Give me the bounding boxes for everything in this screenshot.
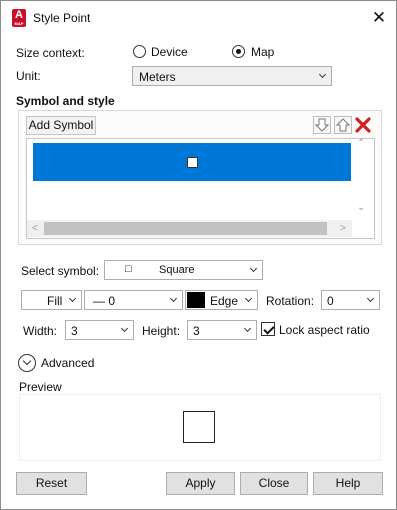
add-symbol-button[interactable]: Add Symbol [26, 116, 96, 135]
delete-symbol-button[interactable] [354, 116, 372, 134]
vertical-scrollbar[interactable]: ⌃ ⌄ [352, 138, 369, 220]
unit-value: Meters [139, 70, 176, 84]
preview-square-symbol [183, 411, 215, 443]
scroll-down-icon[interactable]: ⌄ [357, 202, 365, 213]
width-value: 3 [71, 324, 78, 338]
close-icon[interactable]: ✕ [367, 6, 391, 30]
square-glyph-icon: □ [125, 263, 132, 275]
arrow-down-outline-icon [314, 118, 330, 132]
advanced-label[interactable]: Advanced [41, 356, 94, 370]
scroll-right-icon[interactable]: > [340, 223, 346, 234]
line-style-dropdown[interactable]: — 0 [84, 290, 183, 310]
fill-color-swatch [25, 293, 41, 307]
width-label: Width: [23, 324, 58, 338]
app-icon-sub: MAP [14, 21, 24, 26]
radio-map-label[interactable]: Map [251, 45, 274, 59]
help-button[interactable]: Help [313, 472, 383, 495]
lock-aspect-label[interactable]: Lock aspect ratio [279, 323, 370, 337]
chevron-down-icon [249, 264, 258, 273]
red-x-icon [355, 117, 371, 133]
app-icon-letter: A [15, 9, 23, 21]
square-symbol-swatch [187, 157, 198, 168]
size-context-label: Size context: [16, 46, 85, 60]
chevron-down-icon [169, 294, 178, 303]
lock-aspect-checkbox[interactable] [261, 322, 275, 336]
chevron-down-icon [68, 294, 77, 303]
chevron-down-icon [366, 294, 375, 303]
title-bar: A MAP Style Point ✕ [1, 1, 396, 35]
arrow-up-outline-icon [335, 118, 351, 132]
height-combobox[interactable]: 3 [187, 320, 257, 340]
rotation-combobox[interactable]: 0 [321, 290, 380, 310]
height-label: Height: [142, 324, 181, 338]
move-up-button[interactable] [334, 116, 352, 134]
reset-button[interactable]: Reset [16, 472, 87, 495]
edge-label: Edge [210, 294, 239, 308]
dialog-title: Style Point [33, 11, 91, 25]
unit-dropdown[interactable]: Meters [132, 66, 332, 86]
edge-color-dropdown[interactable]: Edge [185, 290, 258, 310]
edge-color-swatch [187, 292, 205, 308]
advanced-expand-icon[interactable] [18, 354, 36, 372]
select-symbol-value: Square [159, 264, 195, 276]
chevron-down-icon [243, 324, 252, 333]
select-symbol-label: Select symbol: [21, 264, 100, 278]
chevron-down-icon [318, 70, 327, 79]
height-value: 3 [193, 324, 200, 338]
rotation-label: Rotation: [266, 294, 315, 308]
scroll-up-icon[interactable]: ⌃ [357, 138, 365, 149]
chevron-down-icon [244, 294, 253, 303]
rotation-value: 0 [327, 294, 334, 308]
autocad-map-app-icon: A MAP [12, 9, 26, 27]
apply-button[interactable]: Apply [166, 472, 235, 495]
unit-label: Unit: [16, 69, 41, 83]
radio-device-label[interactable]: Device [151, 45, 188, 59]
radio-device[interactable] [133, 45, 146, 58]
style-point-dialog: A MAP Style Point ✕ Size context: Device… [0, 0, 397, 510]
line-style-value: — 0 [93, 294, 116, 308]
fill-color-dropdown[interactable]: Fill [21, 290, 82, 310]
symbol-and-style-heading: Symbol and style [16, 94, 115, 108]
fill-label: Fill [47, 294, 63, 308]
width-combobox[interactable]: 3 [65, 320, 134, 340]
select-symbol-dropdown[interactable]: □ Square [104, 260, 263, 280]
preview-label: Preview [19, 380, 62, 394]
chevron-down-icon [120, 324, 129, 333]
scroll-left-icon[interactable]: < [32, 223, 38, 234]
move-down-button[interactable] [313, 116, 331, 134]
horizontal-scroll-thumb[interactable] [44, 222, 327, 235]
close-button[interactable]: Close [240, 472, 308, 495]
radio-map[interactable] [232, 45, 245, 58]
